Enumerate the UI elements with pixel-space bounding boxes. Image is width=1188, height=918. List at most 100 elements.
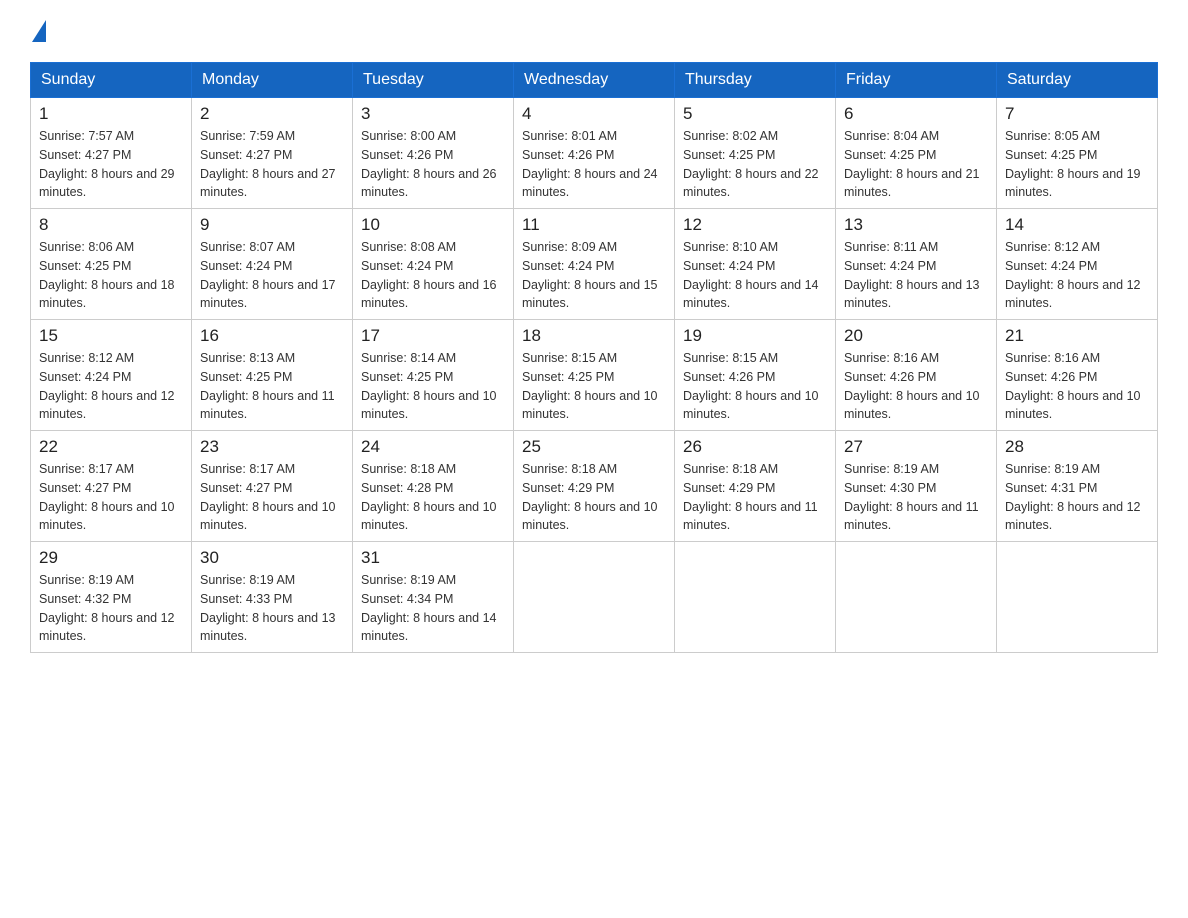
calendar-cell: 4 Sunrise: 8:01 AM Sunset: 4:26 PM Dayli… xyxy=(514,98,675,209)
calendar-cell: 7 Sunrise: 8:05 AM Sunset: 4:25 PM Dayli… xyxy=(997,98,1158,209)
day-number: 10 xyxy=(361,215,505,235)
calendar-cell: 26 Sunrise: 8:18 AM Sunset: 4:29 PM Dayl… xyxy=(675,431,836,542)
day-info: Sunrise: 8:05 AM Sunset: 4:25 PM Dayligh… xyxy=(1005,127,1149,202)
calendar-cell: 22 Sunrise: 8:17 AM Sunset: 4:27 PM Dayl… xyxy=(31,431,192,542)
calendar-week-row: 1 Sunrise: 7:57 AM Sunset: 4:27 PM Dayli… xyxy=(31,98,1158,209)
day-number: 23 xyxy=(200,437,344,457)
day-info: Sunrise: 8:15 AM Sunset: 4:26 PM Dayligh… xyxy=(683,349,827,424)
day-info: Sunrise: 8:08 AM Sunset: 4:24 PM Dayligh… xyxy=(361,238,505,313)
calendar-cell: 15 Sunrise: 8:12 AM Sunset: 4:24 PM Dayl… xyxy=(31,320,192,431)
day-info: Sunrise: 8:17 AM Sunset: 4:27 PM Dayligh… xyxy=(200,460,344,535)
day-info: Sunrise: 8:04 AM Sunset: 4:25 PM Dayligh… xyxy=(844,127,988,202)
day-number: 29 xyxy=(39,548,183,568)
day-number: 16 xyxy=(200,326,344,346)
calendar-header-row: SundayMondayTuesdayWednesdayThursdayFrid… xyxy=(31,63,1158,98)
calendar-cell: 31 Sunrise: 8:19 AM Sunset: 4:34 PM Dayl… xyxy=(353,542,514,653)
day-info: Sunrise: 8:19 AM Sunset: 4:30 PM Dayligh… xyxy=(844,460,988,535)
day-info: Sunrise: 8:19 AM Sunset: 4:33 PM Dayligh… xyxy=(200,571,344,646)
day-info: Sunrise: 8:12 AM Sunset: 4:24 PM Dayligh… xyxy=(1005,238,1149,313)
day-info: Sunrise: 8:15 AM Sunset: 4:25 PM Dayligh… xyxy=(522,349,666,424)
column-header-saturday: Saturday xyxy=(997,63,1158,98)
calendar-cell xyxy=(997,542,1158,653)
day-info: Sunrise: 8:10 AM Sunset: 4:24 PM Dayligh… xyxy=(683,238,827,313)
day-number: 25 xyxy=(522,437,666,457)
day-info: Sunrise: 7:59 AM Sunset: 4:27 PM Dayligh… xyxy=(200,127,344,202)
day-number: 19 xyxy=(683,326,827,346)
calendar-cell: 30 Sunrise: 8:19 AM Sunset: 4:33 PM Dayl… xyxy=(192,542,353,653)
day-number: 15 xyxy=(39,326,183,346)
day-number: 31 xyxy=(361,548,505,568)
day-number: 18 xyxy=(522,326,666,346)
calendar-cell: 10 Sunrise: 8:08 AM Sunset: 4:24 PM Dayl… xyxy=(353,209,514,320)
day-number: 14 xyxy=(1005,215,1149,235)
calendar-cell: 16 Sunrise: 8:13 AM Sunset: 4:25 PM Dayl… xyxy=(192,320,353,431)
day-info: Sunrise: 7:57 AM Sunset: 4:27 PM Dayligh… xyxy=(39,127,183,202)
column-header-monday: Monday xyxy=(192,63,353,98)
day-number: 3 xyxy=(361,104,505,124)
day-info: Sunrise: 8:18 AM Sunset: 4:29 PM Dayligh… xyxy=(522,460,666,535)
day-number: 4 xyxy=(522,104,666,124)
day-number: 26 xyxy=(683,437,827,457)
day-number: 21 xyxy=(1005,326,1149,346)
day-number: 24 xyxy=(361,437,505,457)
calendar-cell: 6 Sunrise: 8:04 AM Sunset: 4:25 PM Dayli… xyxy=(836,98,997,209)
calendar-week-row: 22 Sunrise: 8:17 AM Sunset: 4:27 PM Dayl… xyxy=(31,431,1158,542)
calendar-cell: 8 Sunrise: 8:06 AM Sunset: 4:25 PM Dayli… xyxy=(31,209,192,320)
calendar-cell: 24 Sunrise: 8:18 AM Sunset: 4:28 PM Dayl… xyxy=(353,431,514,542)
day-info: Sunrise: 8:01 AM Sunset: 4:26 PM Dayligh… xyxy=(522,127,666,202)
day-number: 5 xyxy=(683,104,827,124)
day-number: 28 xyxy=(1005,437,1149,457)
day-number: 11 xyxy=(522,215,666,235)
calendar-cell: 18 Sunrise: 8:15 AM Sunset: 4:25 PM Dayl… xyxy=(514,320,675,431)
day-number: 6 xyxy=(844,104,988,124)
calendar-cell: 21 Sunrise: 8:16 AM Sunset: 4:26 PM Dayl… xyxy=(997,320,1158,431)
day-number: 22 xyxy=(39,437,183,457)
day-info: Sunrise: 8:00 AM Sunset: 4:26 PM Dayligh… xyxy=(361,127,505,202)
calendar-cell: 1 Sunrise: 7:57 AM Sunset: 4:27 PM Dayli… xyxy=(31,98,192,209)
day-number: 20 xyxy=(844,326,988,346)
calendar-cell: 19 Sunrise: 8:15 AM Sunset: 4:26 PM Dayl… xyxy=(675,320,836,431)
day-number: 17 xyxy=(361,326,505,346)
day-info: Sunrise: 8:12 AM Sunset: 4:24 PM Dayligh… xyxy=(39,349,183,424)
calendar-cell: 2 Sunrise: 7:59 AM Sunset: 4:27 PM Dayli… xyxy=(192,98,353,209)
column-header-wednesday: Wednesday xyxy=(514,63,675,98)
calendar-cell: 28 Sunrise: 8:19 AM Sunset: 4:31 PM Dayl… xyxy=(997,431,1158,542)
logo xyxy=(30,20,48,42)
column-header-sunday: Sunday xyxy=(31,63,192,98)
calendar-cell: 11 Sunrise: 8:09 AM Sunset: 4:24 PM Dayl… xyxy=(514,209,675,320)
calendar-cell: 9 Sunrise: 8:07 AM Sunset: 4:24 PM Dayli… xyxy=(192,209,353,320)
calendar-cell xyxy=(836,542,997,653)
day-info: Sunrise: 8:16 AM Sunset: 4:26 PM Dayligh… xyxy=(1005,349,1149,424)
calendar-cell: 14 Sunrise: 8:12 AM Sunset: 4:24 PM Dayl… xyxy=(997,209,1158,320)
calendar-cell: 12 Sunrise: 8:10 AM Sunset: 4:24 PM Dayl… xyxy=(675,209,836,320)
calendar-cell: 20 Sunrise: 8:16 AM Sunset: 4:26 PM Dayl… xyxy=(836,320,997,431)
day-number: 2 xyxy=(200,104,344,124)
day-info: Sunrise: 8:02 AM Sunset: 4:25 PM Dayligh… xyxy=(683,127,827,202)
page-header xyxy=(30,20,1158,42)
calendar-cell: 5 Sunrise: 8:02 AM Sunset: 4:25 PM Dayli… xyxy=(675,98,836,209)
calendar-cell: 29 Sunrise: 8:19 AM Sunset: 4:32 PM Dayl… xyxy=(31,542,192,653)
day-number: 27 xyxy=(844,437,988,457)
day-number: 7 xyxy=(1005,104,1149,124)
day-info: Sunrise: 8:19 AM Sunset: 4:32 PM Dayligh… xyxy=(39,571,183,646)
calendar-cell: 23 Sunrise: 8:17 AM Sunset: 4:27 PM Dayl… xyxy=(192,431,353,542)
calendar-cell xyxy=(675,542,836,653)
day-info: Sunrise: 8:07 AM Sunset: 4:24 PM Dayligh… xyxy=(200,238,344,313)
day-number: 1 xyxy=(39,104,183,124)
day-info: Sunrise: 8:19 AM Sunset: 4:31 PM Dayligh… xyxy=(1005,460,1149,535)
calendar-cell xyxy=(514,542,675,653)
day-info: Sunrise: 8:17 AM Sunset: 4:27 PM Dayligh… xyxy=(39,460,183,535)
column-header-friday: Friday xyxy=(836,63,997,98)
calendar-week-row: 29 Sunrise: 8:19 AM Sunset: 4:32 PM Dayl… xyxy=(31,542,1158,653)
day-info: Sunrise: 8:18 AM Sunset: 4:28 PM Dayligh… xyxy=(361,460,505,535)
calendar-cell: 3 Sunrise: 8:00 AM Sunset: 4:26 PM Dayli… xyxy=(353,98,514,209)
day-info: Sunrise: 8:11 AM Sunset: 4:24 PM Dayligh… xyxy=(844,238,988,313)
day-number: 13 xyxy=(844,215,988,235)
calendar-week-row: 15 Sunrise: 8:12 AM Sunset: 4:24 PM Dayl… xyxy=(31,320,1158,431)
calendar-cell: 27 Sunrise: 8:19 AM Sunset: 4:30 PM Dayl… xyxy=(836,431,997,542)
day-info: Sunrise: 8:09 AM Sunset: 4:24 PM Dayligh… xyxy=(522,238,666,313)
calendar-cell: 13 Sunrise: 8:11 AM Sunset: 4:24 PM Dayl… xyxy=(836,209,997,320)
day-info: Sunrise: 8:18 AM Sunset: 4:29 PM Dayligh… xyxy=(683,460,827,535)
day-number: 8 xyxy=(39,215,183,235)
day-info: Sunrise: 8:06 AM Sunset: 4:25 PM Dayligh… xyxy=(39,238,183,313)
